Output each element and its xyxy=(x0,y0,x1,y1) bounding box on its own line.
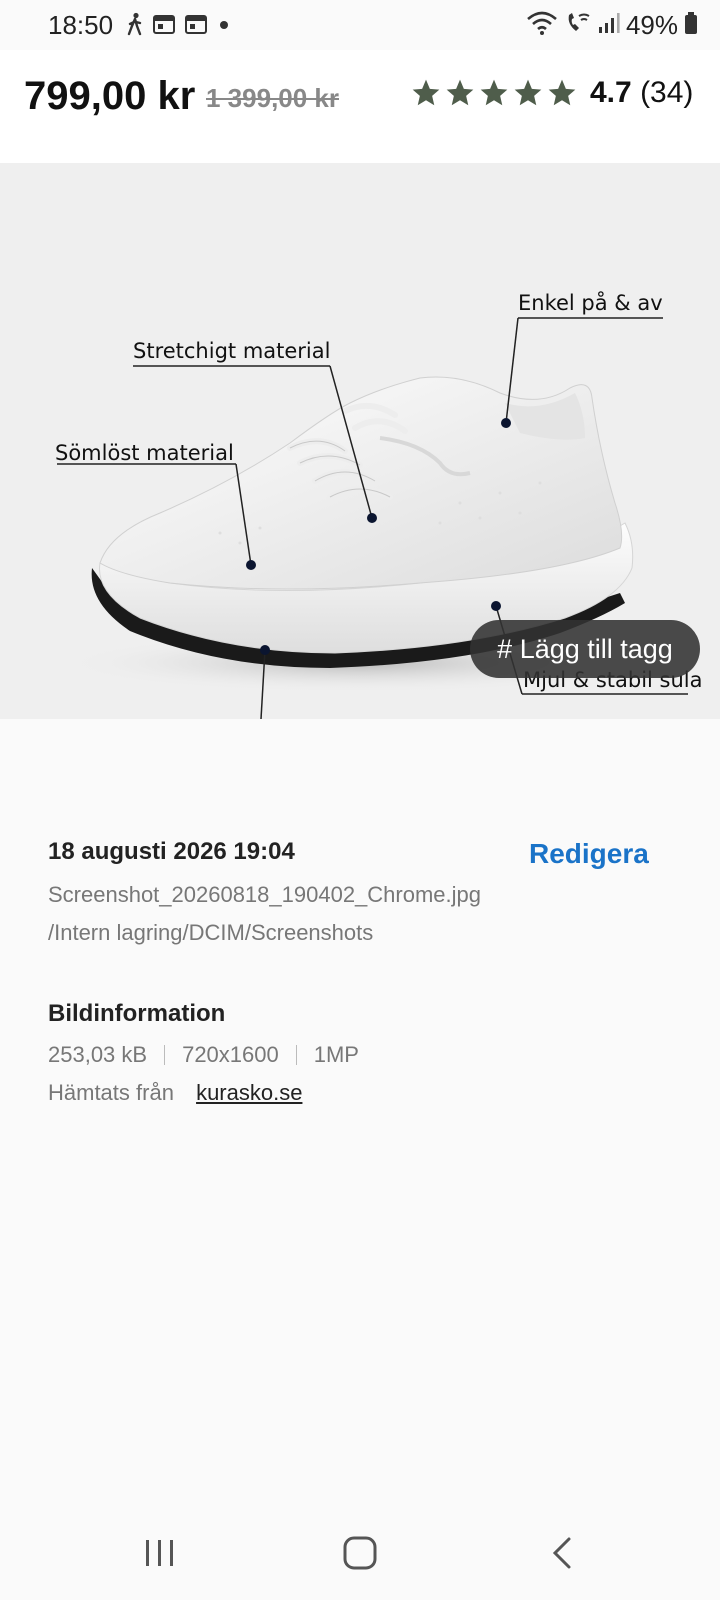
rating-value: 4.7 xyxy=(590,76,632,109)
rating-stars xyxy=(410,77,578,114)
callout-seamless: Sömlöst material xyxy=(55,441,234,465)
wifi-call-icon xyxy=(564,10,592,41)
rating-count: (34) xyxy=(640,76,694,109)
old-price: 1 399,00 kr xyxy=(206,83,340,113)
edit-button[interactable]: Redigera xyxy=(529,838,649,870)
callout-stretch: Stretchigt material xyxy=(133,339,331,363)
add-tag-label: # Lägg till tagg xyxy=(497,633,673,664)
image-info-title: Bildinformation xyxy=(48,1000,226,1027)
file-name: Screenshot_20260818_190402_Chrome.jpg xyxy=(48,882,482,907)
battery-icon xyxy=(684,11,698,40)
image-info-row: 253,03 kB 720x1600 1MP xyxy=(48,1042,359,1068)
status-icons-right: 49% xyxy=(526,10,698,41)
home-button[interactable] xyxy=(330,1530,390,1580)
status-icons-left xyxy=(126,12,232,41)
home-icon xyxy=(342,1535,378,1576)
separator xyxy=(295,1045,297,1065)
image-resolution: 720x1600 xyxy=(182,1042,279,1067)
walking-icon xyxy=(126,12,144,41)
callout-easy-on-off: Enkel på & av xyxy=(518,291,663,315)
wifi-icon xyxy=(526,10,558,41)
star-icon xyxy=(444,77,476,114)
signal-icon xyxy=(598,11,620,40)
file-size: 253,03 kB xyxy=(48,1042,148,1067)
add-tag-button[interactable]: # Lägg till tagg xyxy=(470,620,700,678)
capture-date: 18 augusti 2026 19:04 xyxy=(48,838,295,865)
star-icon xyxy=(478,77,510,114)
source-link[interactable]: kurasko.se xyxy=(196,1080,302,1105)
product-header: 799,00 kr 1 399,00 kr 4.7 (34) xyxy=(0,50,720,163)
source-row: Hämtats från kurasko.se xyxy=(48,1080,302,1106)
star-icon xyxy=(512,77,544,114)
status-bar: 18:50 49% xyxy=(0,0,720,50)
recents-icon xyxy=(143,1538,177,1573)
navigation-bar xyxy=(0,1510,720,1600)
back-icon xyxy=(550,1536,574,1575)
star-icon xyxy=(410,77,442,114)
price: 799,00 kr xyxy=(24,74,196,118)
dot-icon xyxy=(216,14,232,39)
source-label: Hämtats från xyxy=(48,1080,174,1105)
star-icon xyxy=(546,77,578,114)
back-button[interactable] xyxy=(532,1530,592,1580)
calendar-icon xyxy=(152,13,176,40)
image-megapixels: 1MP xyxy=(313,1042,359,1067)
status-time: 18:50 xyxy=(48,10,114,40)
product-photo[interactable]: Enkel på & av Stretchigt material Sömlös… xyxy=(0,163,720,719)
recents-button[interactable] xyxy=(130,1530,190,1580)
separator xyxy=(164,1045,166,1065)
file-path: /Intern lagring/DCIM/Screenshots xyxy=(48,920,374,945)
rating-text: 4.7 (34) xyxy=(590,76,693,110)
screen: 18:50 49% 799,00 kr 1 399,00 kr 4.7 (34)… xyxy=(0,0,720,1600)
battery-percent: 49% xyxy=(625,10,678,40)
calendar-icon xyxy=(184,13,208,40)
